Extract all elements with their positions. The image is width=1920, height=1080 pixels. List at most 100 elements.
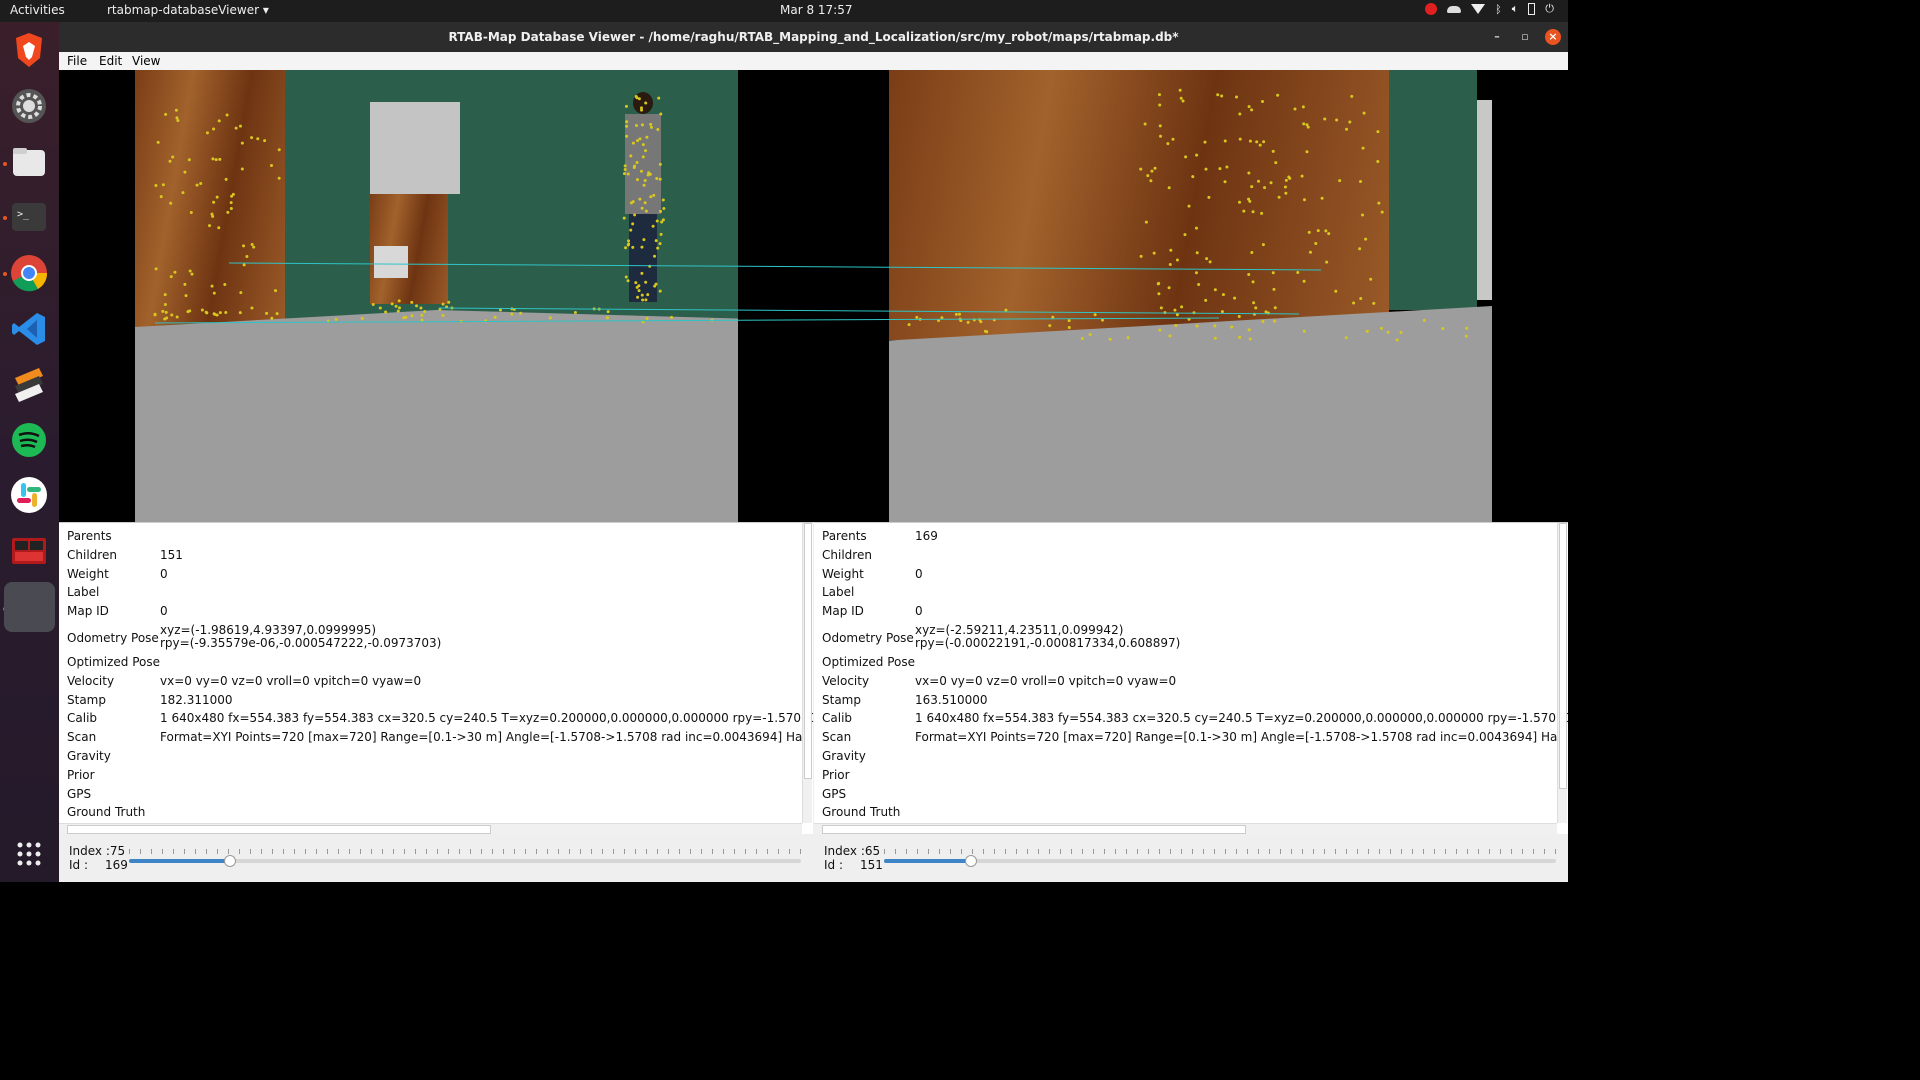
- left-index-slider[interactable]: [129, 855, 801, 867]
- running-indicator: [3, 216, 7, 220]
- left-node-info-panel[interactable]: Parents Children 151 Weight 0 Label Map ID 0 Odo…: [59, 522, 813, 834]
- settings-icon[interactable]: [9, 86, 49, 126]
- info-key: Gravity: [67, 749, 111, 763]
- left-id-label: Id :: [69, 858, 89, 872]
- info-value-line2: rpy=(-0.00022191,-0.000817334,0.608897): [915, 636, 1181, 650]
- info-key: Map ID: [822, 604, 864, 619]
- close-icon[interactable]: ×: [1545, 29, 1561, 45]
- info-key: Velocity: [822, 673, 870, 688]
- right-slider-handle[interactable]: [965, 855, 978, 867]
- info-key: Label: [822, 585, 855, 600]
- info-key: Weight: [67, 566, 109, 581]
- battery-icon[interactable]: [1528, 3, 1536, 15]
- info-key: Prior: [822, 767, 850, 782]
- info-key: Weight: [822, 566, 864, 581]
- clock[interactable]: Mar 8 17:57: [780, 3, 853, 17]
- show-applications-icon[interactable]: [9, 834, 49, 874]
- sublime-icon[interactable]: [9, 364, 49, 404]
- left-id-value: 169: [105, 858, 128, 872]
- left-slider-handle[interactable]: [223, 855, 236, 867]
- dock: >_: [0, 22, 59, 882]
- info-key: Scan: [67, 730, 97, 745]
- system-tray[interactable]: ᛒ 🔈︎ ⏻: [1425, 2, 1554, 16]
- cloud-icon[interactable]: [1447, 5, 1462, 13]
- info-value: 0: [915, 566, 923, 581]
- info-key: Optimized Pose: [822, 655, 916, 669]
- info-key: Velocity: [67, 673, 115, 688]
- info-value: 0: [160, 566, 168, 581]
- info-value: Format=XYI Points=720 [max=720] Range=[0…: [160, 730, 813, 745]
- files-icon[interactable]: [9, 142, 49, 182]
- match-lines: [154, 262, 1322, 324]
- info-key: Stamp: [67, 692, 106, 707]
- info-key: Gravity: [822, 749, 866, 763]
- info-value: 0: [915, 604, 923, 619]
- vscode-icon[interactable]: [9, 309, 49, 349]
- info-value: 1 640x480 fx=554.383 fy=554.383 cx=320.5…: [160, 711, 813, 726]
- window-title: RTAB-Map Database Viewer - /home/raghu/R…: [448, 30, 1179, 44]
- image-view-area[interactable]: [59, 70, 1568, 522]
- info-value: 1 640x480 fx=554.383 fy=554.383 cx=320.5…: [915, 711, 1568, 726]
- terminal-icon[interactable]: >_: [9, 197, 49, 237]
- info-value: 0: [160, 604, 168, 619]
- power-icon[interactable]: ⏻: [1545, 2, 1554, 16]
- info-value: xyz=(-2.59211,4.23511,0.099942): [915, 623, 1124, 637]
- right-index-label: Index :65: [824, 844, 881, 858]
- info-key: Parents: [822, 529, 867, 543]
- right-vertical-scrollbar[interactable]: [1557, 523, 1567, 823]
- info-key: Prior: [67, 767, 95, 782]
- minimize-icon[interactable]: –: [1489, 29, 1505, 45]
- info-value: 169: [915, 529, 938, 543]
- volume-icon[interactable]: 🔈︎: [1512, 2, 1519, 16]
- chrome-icon[interactable]: [9, 253, 49, 293]
- left-slider-ticks: [129, 849, 801, 854]
- right-index-slider[interactable]: [884, 855, 1556, 867]
- info-value: vx=0 vy=0 vz=0 vroll=0 vpitch=0 vyaw=0: [160, 673, 422, 688]
- app-menu-label: rtabmap-databaseViewer: [107, 3, 260, 17]
- right-slider-ticks: [884, 849, 1556, 854]
- info-value: 182.311000: [160, 692, 233, 707]
- slack-icon[interactable]: [9, 475, 49, 515]
- menu-edit[interactable]: Edit: [99, 54, 122, 68]
- left-vertical-scrollbar[interactable]: ▲: [802, 523, 812, 823]
- right-slider-fill: [884, 859, 972, 863]
- info-key: Odometry Pose: [822, 631, 914, 645]
- activities-button[interactable]: Activities: [10, 3, 65, 17]
- top-bar: Activities rtabmap-databaseViewer ▾ Mar …: [0, 0, 1568, 22]
- do-not-disturb-icon[interactable]: [1425, 3, 1438, 15]
- info-key: Map ID: [67, 604, 109, 619]
- info-key: Calib: [67, 711, 98, 726]
- info-key: Children: [822, 547, 872, 562]
- active-window[interactable]: [4, 582, 55, 632]
- left-slider-fill: [129, 859, 230, 863]
- info-key: Optimized Pose: [67, 655, 161, 669]
- menu-view[interactable]: View: [132, 54, 160, 68]
- left-horizontal-scrollbar[interactable]: [59, 823, 802, 834]
- info-key: Children: [67, 547, 117, 562]
- maximize-icon[interactable]: ▫: [1517, 29, 1533, 45]
- right-id-label: Id :: [824, 858, 844, 872]
- menu-bar: File Edit View: [59, 52, 1568, 70]
- rtabmap-icon[interactable]: [9, 531, 49, 571]
- info-value: xyz=(-1.98619,4.93397,0.0999995): [160, 623, 377, 637]
- brave-icon[interactable]: [9, 30, 49, 70]
- window-titlebar[interactable]: RTAB-Map Database Viewer - /home/raghu/R…: [59, 22, 1568, 52]
- info-value: Format=XYI Points=720 [max=720] Range=[0…: [915, 730, 1568, 745]
- app-menu[interactable]: rtabmap-databaseViewer ▾: [107, 3, 269, 17]
- bluetooth-icon[interactable]: ᛒ: [1495, 3, 1502, 16]
- right-horizontal-scrollbar[interactable]: [814, 823, 1557, 834]
- menu-file[interactable]: File: [67, 54, 87, 68]
- database-viewer-window: RTAB-Map Database Viewer - /home/raghu/R…: [59, 22, 1568, 882]
- info-key: Ground Truth: [822, 805, 901, 820]
- spotify-icon[interactable]: [9, 420, 49, 460]
- right-node-info-panel[interactable]: Parents 169 Children Weight 0 Label Map ID 0 Odo…: [814, 522, 1568, 834]
- svg-text:>_: >_: [17, 209, 30, 220]
- right-index-control: Index :65 Id : 151: [814, 842, 1568, 882]
- info-key: Parents: [67, 529, 112, 543]
- info-value: 151: [160, 547, 183, 562]
- right-id-value: 151: [860, 858, 883, 872]
- info-value: vx=0 vy=0 vz=0 vroll=0 vpitch=0 vyaw=0: [915, 673, 1177, 688]
- wifi-icon[interactable]: [1471, 4, 1486, 14]
- info-key: Label: [67, 585, 100, 600]
- info-key: Odometry Pose: [67, 631, 159, 645]
